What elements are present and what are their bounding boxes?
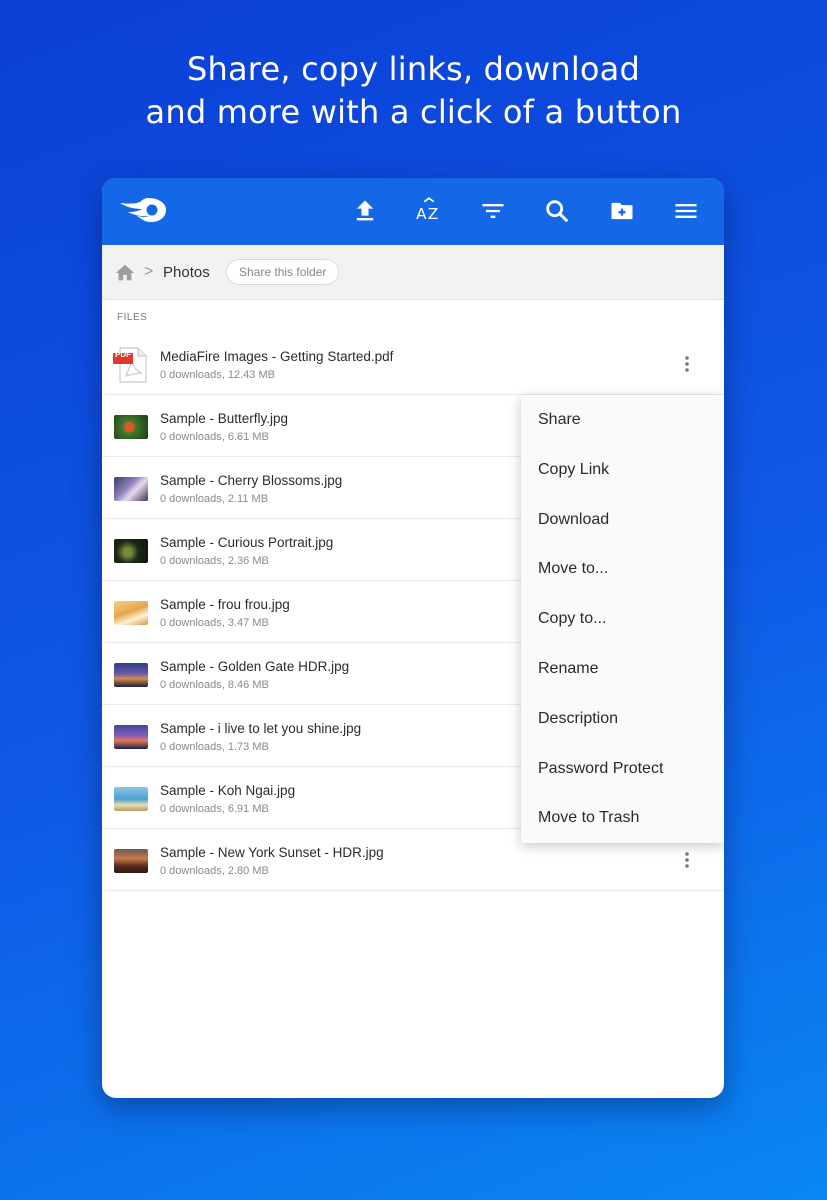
filter-icon[interactable] — [479, 197, 507, 225]
breadcrumb-separator: > — [144, 263, 154, 280]
file-row[interactable]: PDF MediaFire Images - Getting Started.p… — [102, 333, 724, 395]
app-window: A Z > Photos Share this folder FILES PDF… — [102, 178, 724, 1098]
file-name: Sample - Cherry Blossoms.jpg — [160, 473, 343, 488]
file-name: Sample - frou frou.jpg — [160, 597, 290, 612]
menu-item-rename[interactable]: Rename — [521, 644, 724, 694]
menu-item-download[interactable]: Download — [521, 495, 724, 545]
headline-line-1: Share, copy links, download — [186, 50, 641, 88]
file-meta: 0 downloads, 12.43 MB — [160, 369, 275, 381]
upload-icon[interactable] — [351, 197, 379, 225]
file-name: Sample - New York Sunset - HDR.jpg — [160, 845, 384, 860]
menu-item-password-protect[interactable]: Password Protect — [521, 744, 724, 794]
headline-line-2: and more with a click of a button — [145, 93, 682, 131]
menu-item-description[interactable]: Description — [521, 694, 724, 744]
share-folder-button[interactable]: Share this folder — [226, 259, 340, 285]
menu-item-move-to-trash[interactable]: Move to Trash — [521, 793, 724, 843]
more-options-icon[interactable] — [675, 848, 699, 872]
menu-item-copy-link[interactable]: Copy Link — [521, 445, 724, 495]
image-thumbnail — [114, 477, 148, 501]
file-meta: 0 downloads, 1.73 MB — [160, 741, 269, 753]
more-options-icon[interactable] — [675, 352, 699, 376]
file-name: MediaFire Images - Getting Started.pdf — [160, 349, 394, 364]
svg-text:A: A — [416, 205, 427, 223]
file-meta: 0 downloads, 2.36 MB — [160, 555, 269, 567]
pdf-badge-text: PDF — [115, 350, 131, 359]
app-toolbar: A Z — [102, 178, 724, 245]
context-menu: Share Copy Link Download Move to... Copy… — [521, 395, 724, 843]
file-meta: 0 downloads, 3.47 MB — [160, 617, 269, 629]
breadcrumb-current-folder: Photos — [163, 264, 210, 281]
menu-item-move-to[interactable]: Move to... — [521, 544, 724, 594]
file-meta: 0 downloads, 8.46 MB — [160, 679, 269, 691]
menu-item-copy-to[interactable]: Copy to... — [521, 594, 724, 644]
files-section-label: FILES — [117, 312, 148, 323]
file-name: Sample - Curious Portrait.jpg — [160, 535, 334, 550]
file-meta: 0 downloads, 6.91 MB — [160, 803, 269, 815]
breadcrumb: > Photos Share this folder — [102, 245, 724, 300]
file-name: Sample - Golden Gate HDR.jpg — [160, 659, 350, 674]
headline: Share, copy links, download and more wit… — [0, 48, 827, 134]
menu-item-share[interactable]: Share — [521, 395, 724, 445]
file-meta: 0 downloads, 2.80 MB — [160, 865, 269, 877]
image-thumbnail — [114, 539, 148, 563]
image-thumbnail — [114, 415, 148, 439]
menu-icon[interactable] — [672, 197, 700, 225]
search-icon[interactable] — [543, 197, 571, 225]
sort-az-icon[interactable]: A Z — [415, 197, 443, 225]
image-thumbnail — [114, 725, 148, 749]
image-thumbnail — [114, 601, 148, 625]
home-icon[interactable] — [114, 262, 136, 284]
image-thumbnail — [114, 663, 148, 687]
svg-text:Z: Z — [428, 205, 438, 223]
file-name: Sample - Koh Ngai.jpg — [160, 783, 296, 798]
image-thumbnail — [114, 787, 148, 811]
image-thumbnail — [114, 849, 148, 873]
mediafire-logo-icon — [120, 198, 166, 222]
file-name: Sample - Butterfly.jpg — [160, 411, 289, 426]
file-meta: 0 downloads, 6.61 MB — [160, 431, 269, 443]
file-meta: 0 downloads, 2.11 MB — [160, 493, 269, 505]
new-folder-icon[interactable] — [608, 197, 636, 225]
file-name: Sample - i live to let you shine.jpg — [160, 721, 362, 736]
